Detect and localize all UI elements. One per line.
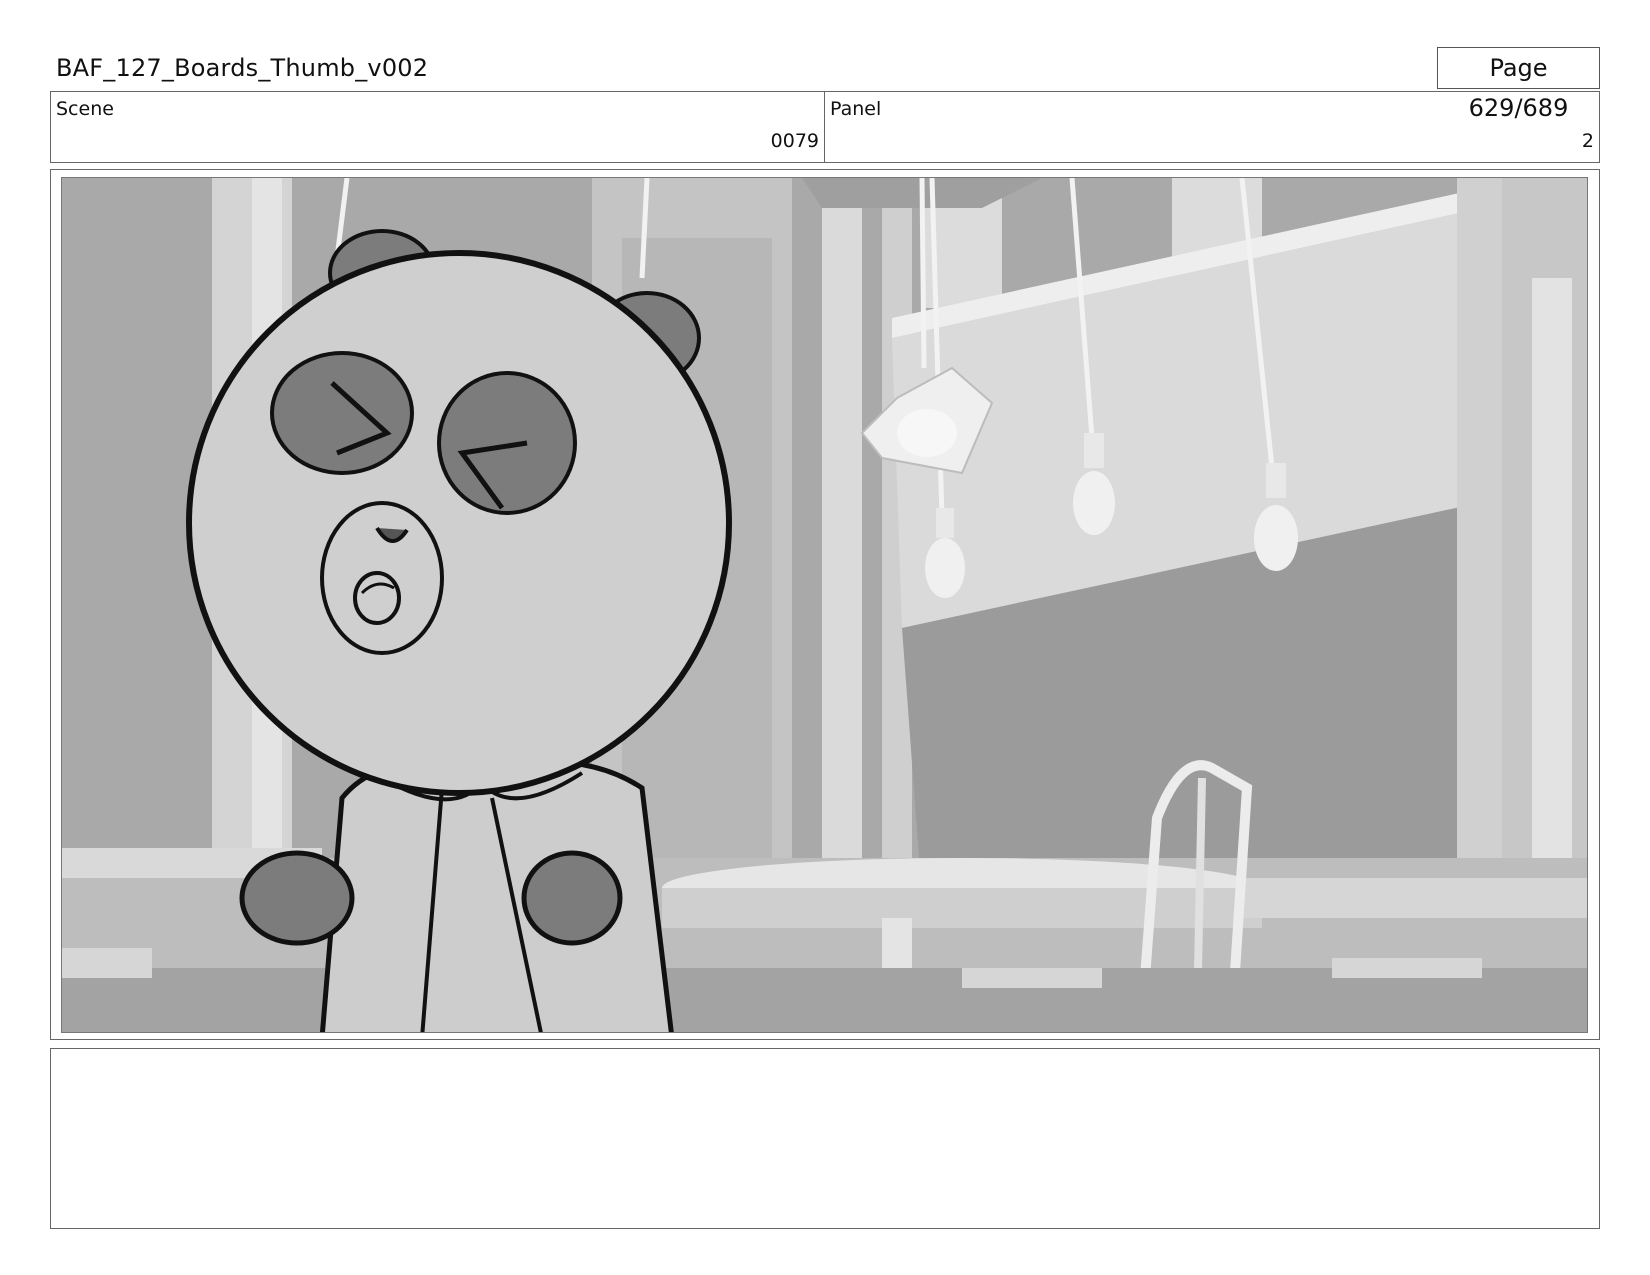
panel-number: 2	[1581, 130, 1594, 152]
scene-label: Scene	[56, 98, 114, 120]
scene-panel-info-row: Scene 0079 Panel 2	[50, 91, 1600, 163]
document-title: BAF_127_Boards_Thumb_v002	[56, 54, 429, 82]
panel-label: Panel	[830, 98, 882, 120]
scene-number: 0079	[770, 130, 819, 152]
storyboard-sketch-panda-cafe-icon	[62, 178, 1587, 1032]
storyboard-panel-image	[61, 177, 1588, 1033]
panel-cell: Panel 2	[825, 92, 1599, 162]
scene-cell: Scene 0079	[51, 92, 825, 162]
page-indicator: Page 629/689	[1437, 47, 1600, 122]
panel-notes-box	[50, 1048, 1600, 1229]
